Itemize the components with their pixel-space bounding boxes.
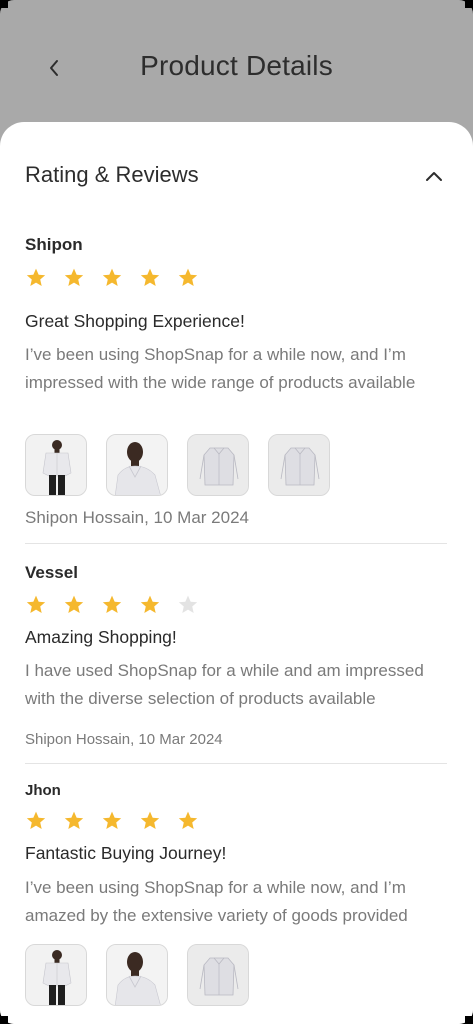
reviewer-name: Vessel xyxy=(25,563,78,582)
white-shirt-photo[interactable] xyxy=(268,434,330,496)
review-body: I’ve been using ShopSnap for a while now… xyxy=(25,878,408,925)
review-item: Shipon Great Shopping Experience! I’ve b… xyxy=(25,235,447,527)
star-filled-icon xyxy=(140,811,160,829)
star-filled-icon xyxy=(64,268,84,286)
review-photos xyxy=(25,944,249,1006)
reviewer-name: Jhon xyxy=(25,782,61,799)
collapse-button[interactable] xyxy=(420,162,448,190)
chevron-up-icon xyxy=(426,172,442,181)
review-body: I’ve been using ShopSnap for a while now… xyxy=(25,345,416,392)
star-filled-icon xyxy=(64,595,84,613)
review-title: Fantastic Buying Journey! xyxy=(25,843,227,863)
reviews-sheet: Rating & Reviews Shipon Great Shopping E… xyxy=(0,122,473,1024)
man-in-shirt-portrait-photo[interactable] xyxy=(106,944,168,1006)
star-rating xyxy=(25,594,199,616)
star-filled-icon xyxy=(178,811,198,829)
white-shirt-photo[interactable] xyxy=(187,944,249,1006)
section-title: Rating & Reviews xyxy=(25,162,199,187)
star-rating xyxy=(25,810,199,832)
screen-corner xyxy=(465,1016,473,1024)
review-meta: Shipon Hossain, 10 Mar 2024 xyxy=(25,731,223,748)
page-title: Product Details xyxy=(140,50,333,81)
phone-screen: Product Details Rating & Reviews Shipon … xyxy=(0,0,473,1024)
review-title: Great Shopping Experience! xyxy=(25,311,245,331)
man-in-white-shirt-photo[interactable] xyxy=(25,434,87,496)
star-filled-icon xyxy=(64,811,84,829)
star-filled-icon xyxy=(26,811,46,829)
star-filled-icon xyxy=(26,595,46,613)
review-item: Vessel Amazing Shopping! I have used Sho… xyxy=(25,563,447,748)
review-item: Jhon Fantastic Buying Journey! I’ve been… xyxy=(25,782,447,1006)
star-filled-icon xyxy=(102,595,122,613)
review-body: I have used ShopSnap for a while and am … xyxy=(25,661,424,708)
review-title: Amazing Shopping! xyxy=(25,627,177,647)
man-in-white-shirt-photo[interactable] xyxy=(25,944,87,1006)
star-rating xyxy=(25,267,199,289)
screen-corner xyxy=(0,0,8,8)
white-shirt-photo[interactable] xyxy=(187,434,249,496)
star-filled-icon xyxy=(26,268,46,286)
star-empty-icon xyxy=(178,595,198,613)
star-filled-icon xyxy=(140,595,160,613)
star-filled-icon xyxy=(102,811,122,829)
header: Product Details xyxy=(0,0,473,122)
review-meta: Shipon Hossain, 10 Mar 2024 xyxy=(25,508,249,527)
star-filled-icon xyxy=(140,268,160,286)
divider xyxy=(25,763,447,764)
reviewer-name: Shipon xyxy=(25,235,83,254)
review-photos xyxy=(25,434,330,496)
star-filled-icon xyxy=(178,268,198,286)
screen-corner xyxy=(0,1016,8,1024)
man-in-shirt-portrait-photo[interactable] xyxy=(106,434,168,496)
divider xyxy=(25,543,447,544)
screen-corner xyxy=(465,0,473,8)
star-filled-icon xyxy=(102,268,122,286)
